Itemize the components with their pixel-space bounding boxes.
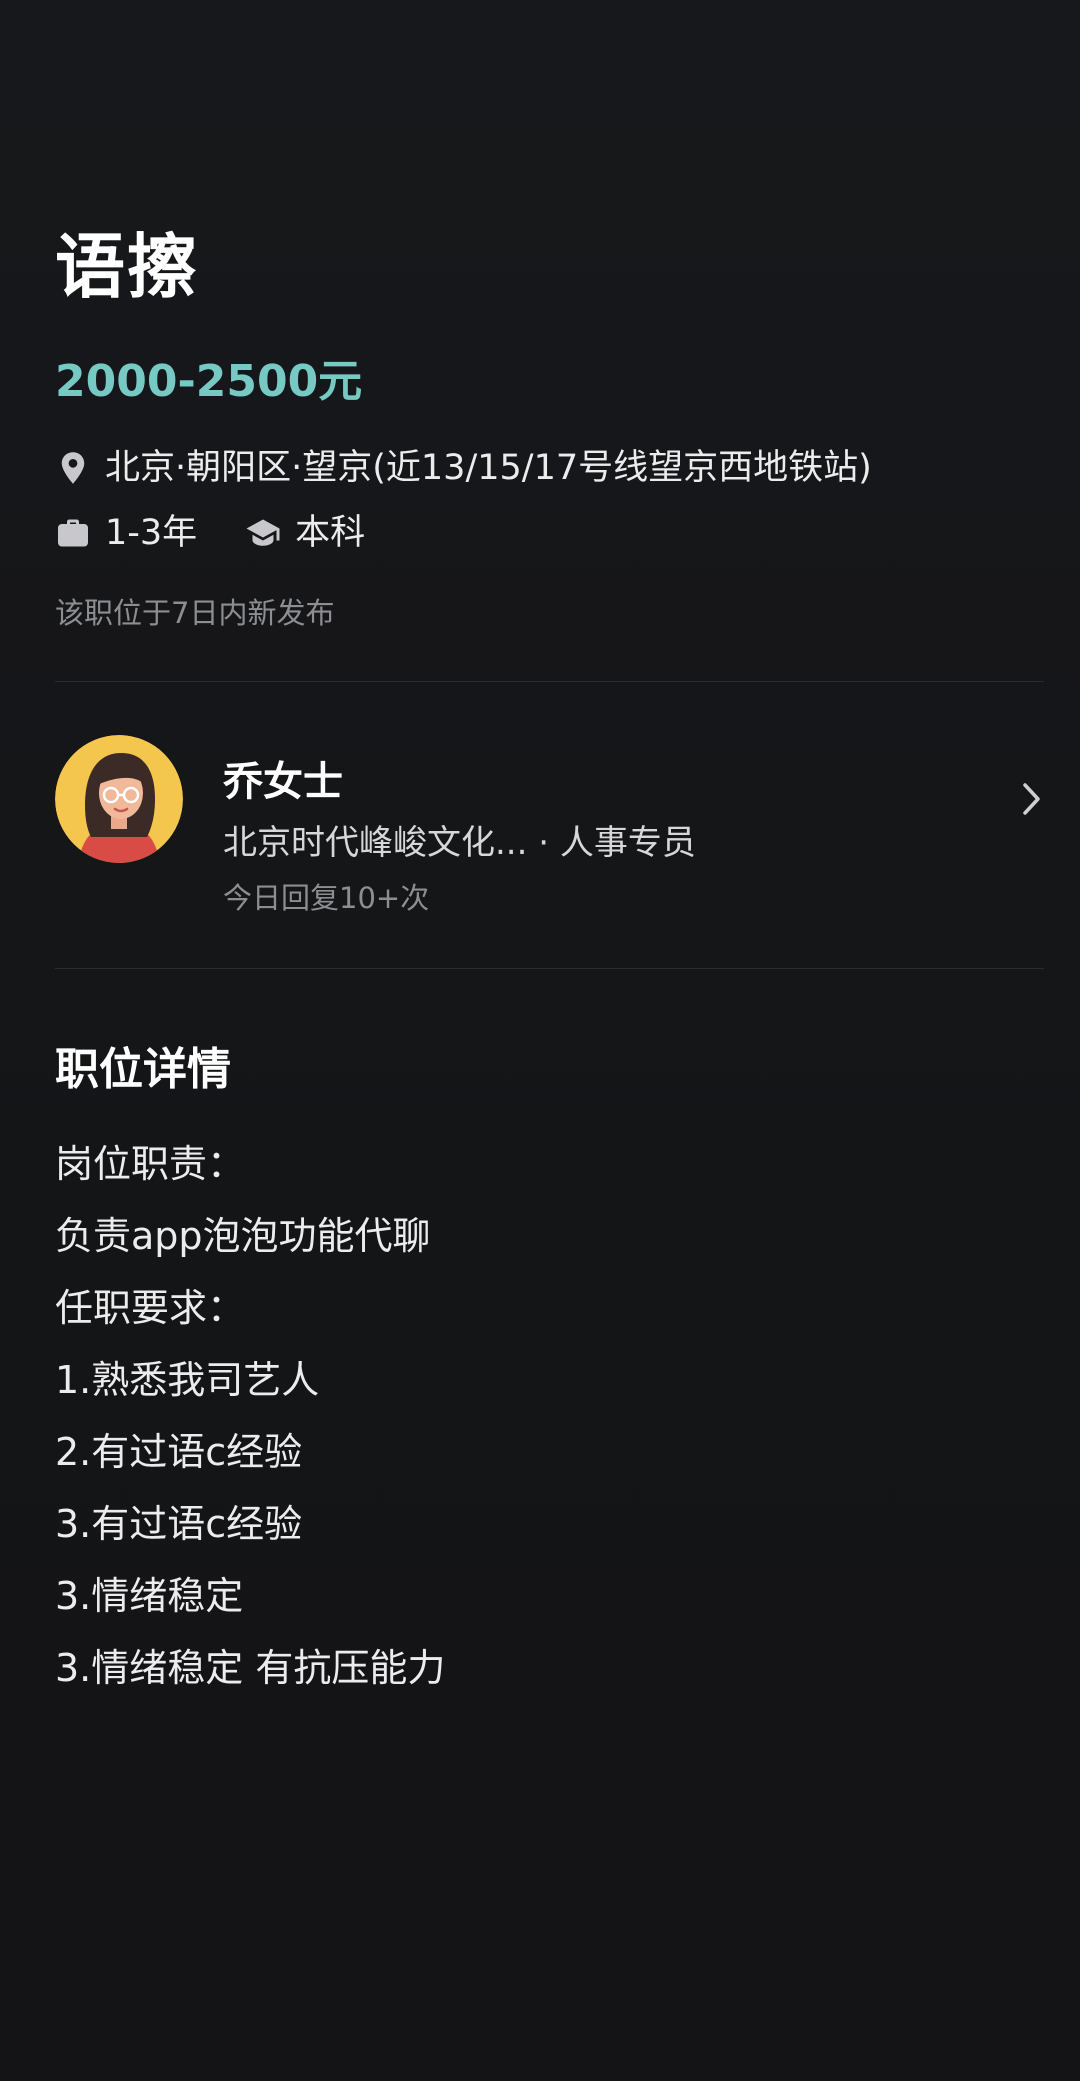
bottom-area bbox=[0, 1735, 1080, 2081]
briefcase-icon bbox=[58, 519, 88, 547]
chevron-right-icon[interactable] bbox=[1020, 779, 1044, 819]
posted-note: 该职位于7日内新发布 bbox=[55, 596, 335, 630]
recruiter-company-role: 北京时代峰峻文化... · 人事专员 bbox=[223, 823, 696, 863]
education-text: 本科 bbox=[295, 512, 366, 553]
graduation-cap-icon bbox=[246, 519, 280, 546]
location-row: 北京·朝阳区·望京(近13/15/17号线望京西地铁站) bbox=[55, 450, 872, 486]
description-line: 负责app泡泡功能代聊 bbox=[55, 1214, 431, 1258]
job-description: 岗位职责： 负责app泡泡功能代聊 任职要求： 1.熟悉我司艺人 2.有过语c经… bbox=[55, 1128, 445, 1704]
job-title: 语擦 bbox=[55, 226, 199, 308]
location-text: 北京·朝阳区·望京(近13/15/17号线望京西地铁站) bbox=[105, 447, 872, 488]
recruiter-card[interactable]: 乔女士 北京时代峰峻文化... · 人事专员 今日回复10+次 bbox=[55, 735, 1044, 915]
recruiter-name: 乔女士 bbox=[223, 759, 343, 805]
job-detail-page: 语擦 2000-2500元 北京·朝阳区·望京(近13/15/17号线望京西地铁… bbox=[0, 0, 1080, 2081]
description-line: 岗位职责： bbox=[55, 1142, 246, 1186]
description-line: 2.有过语c经验 bbox=[55, 1430, 303, 1474]
job-details-heading: 职位详情 bbox=[55, 1044, 231, 1095]
education-item: 本科 bbox=[245, 515, 365, 551]
description-line: 1.熟悉我司艺人 bbox=[55, 1358, 320, 1402]
salary: 2000-2500元 bbox=[55, 356, 363, 407]
avatar bbox=[55, 735, 183, 863]
description-line: 3.有过语c经验 bbox=[55, 1502, 303, 1546]
location-pin-icon bbox=[61, 452, 85, 484]
divider bbox=[55, 681, 1044, 682]
experience-text: 1-3年 bbox=[105, 512, 198, 553]
description-line: 任职要求： bbox=[55, 1286, 246, 1330]
description-line: 3.情绪稳定 bbox=[55, 1574, 244, 1618]
recruiter-reply-note: 今日回复10+次 bbox=[223, 881, 430, 915]
requirements-row: 1-3年 本科 bbox=[55, 515, 413, 551]
description-line: 3.情绪稳定 有抗压能力 bbox=[55, 1646, 446, 1690]
divider bbox=[55, 968, 1044, 969]
experience-item: 1-3年 bbox=[55, 515, 197, 551]
